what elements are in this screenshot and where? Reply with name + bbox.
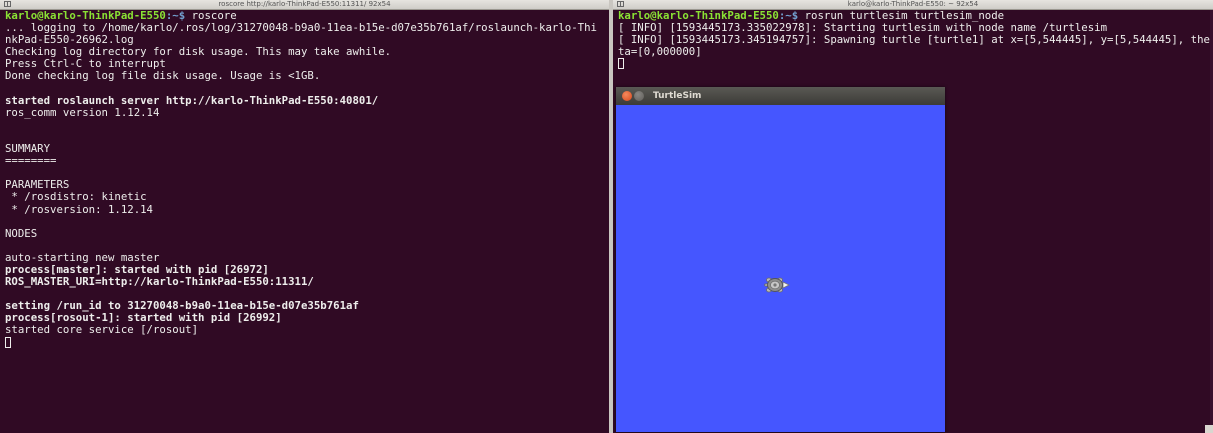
output-line: * /rosversion: 1.12.14 (5, 202, 153, 216)
turtlesim-window[interactable]: TurtleSim (616, 87, 945, 432)
terminal-split-icon[interactable] (4, 1, 11, 7)
prompt-path: :~$ (165, 9, 186, 22)
output-line: started core service [/rosout] (5, 323, 199, 337)
terminal-cursor (618, 58, 624, 70)
output-line: SUMMARY (5, 142, 51, 156)
output-line: ROS_MASTER_URI=http://karlo-ThinkPad-E55… (5, 275, 314, 289)
turtlesim-title: TurtleSim (653, 91, 702, 101)
cursor-line (5, 336, 609, 349)
turtle-icon (764, 277, 790, 293)
terminal-title-bar[interactable]: karlo@karlo-ThinkPad-E550: ~ 92x54 (613, 0, 1213, 10)
output-line: NODES (5, 226, 38, 240)
terminal-title: karlo@karlo-ThinkPad-E550: ~ 92x54 (847, 0, 979, 8)
resize-corner[interactable] (1205, 425, 1213, 433)
output-line: ======== (5, 154, 57, 168)
command-text: rosrun turtlesim turtlesim_node (798, 9, 1005, 22)
prompt-path: :~$ (778, 9, 799, 22)
output-line: Done checking log file disk usage. Usage… (5, 69, 321, 83)
cursor-line (618, 58, 1213, 70)
terminal-output[interactable]: karlo@karlo-ThinkPad-E550:~$ rosrun turt… (613, 9, 1213, 70)
turtlesim-title-bar[interactable]: TurtleSim (616, 87, 945, 105)
prompt-user: karlo@karlo-ThinkPad-E550 (5, 9, 166, 22)
output-line: ta=[0,000000] (618, 45, 702, 59)
turtlesim-canvas[interactable] (616, 105, 945, 432)
terminal-split-icon[interactable] (617, 1, 624, 7)
output-line: [ INFO] [1593445173.345194757]: Spawning… (618, 33, 1210, 47)
command-text: roscore (185, 9, 237, 22)
output-line: * /rosdistro: kinetic (5, 190, 147, 204)
minimize-icon[interactable] (634, 91, 644, 101)
terminal-title: roscore http://karlo-ThinkPad-E550:11311… (218, 0, 391, 8)
close-icon[interactable] (622, 91, 632, 101)
terminal-cursor (5, 336, 11, 348)
output-line: started roslaunch server http://karlo-Th… (5, 93, 379, 107)
prompt-user: karlo@karlo-ThinkPad-E550 (618, 9, 779, 22)
terminal-title-bar[interactable]: roscore http://karlo-ThinkPad-E550:11311… (0, 0, 609, 10)
output-line: ros_comm version 1.12.14 (5, 105, 160, 119)
terminal-output[interactable]: karlo@karlo-ThinkPad-E550:~$ roscore ...… (0, 9, 609, 349)
roscore-terminal-window[interactable]: roscore http://karlo-ThinkPad-E550:11311… (0, 0, 609, 433)
